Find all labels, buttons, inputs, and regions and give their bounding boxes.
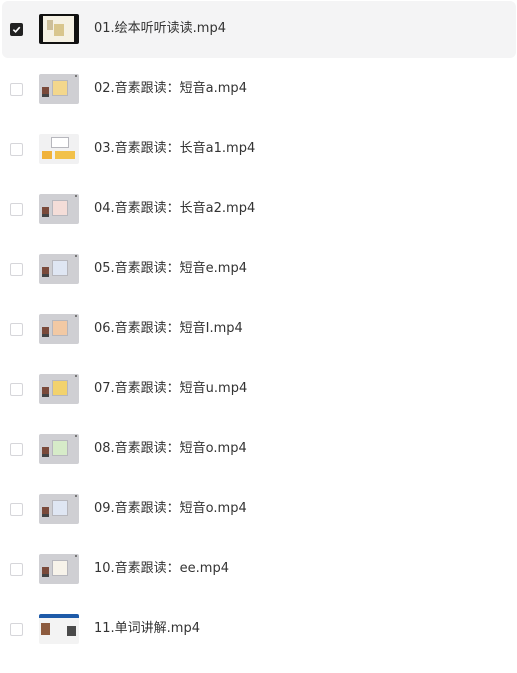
- file-name: 05.音素跟读：短音e.mp4: [94, 261, 247, 276]
- file-row[interactable]: 09.音素跟读：短音o.mp4: [2, 481, 516, 538]
- file-name: 07.音素跟读：短音u.mp4: [94, 381, 248, 396]
- video-thumbnail-icon: [39, 554, 79, 584]
- file-row[interactable]: 11.单词讲解.mp4: [2, 601, 516, 658]
- file-checkbox[interactable]: [10, 203, 23, 216]
- file-row[interactable]: 10.音素跟读：ee.mp4: [2, 541, 516, 598]
- file-row[interactable]: 07.音素跟读：短音u.mp4: [2, 361, 516, 418]
- video-thumbnail-icon: [39, 194, 79, 224]
- video-thumbnail-icon: [39, 374, 79, 404]
- video-thumbnail-icon: [39, 134, 79, 164]
- file-row[interactable]: 01.绘本听听读读.mp4: [2, 1, 516, 58]
- file-row[interactable]: 03.音素跟读：长音a1.mp4: [2, 121, 516, 178]
- file-name: 08.音素跟读：短音o.mp4: [94, 441, 247, 456]
- file-row[interactable]: 05.音素跟读：短音e.mp4: [2, 241, 516, 298]
- video-thumbnail-icon: [39, 434, 79, 464]
- video-thumbnail-icon: [39, 614, 79, 644]
- file-checkbox[interactable]: [10, 323, 23, 336]
- file-checkbox[interactable]: [10, 23, 23, 36]
- checkmark-icon: [12, 26, 21, 34]
- file-checkbox[interactable]: [10, 443, 23, 456]
- file-checkbox[interactable]: [10, 383, 23, 396]
- file-name: 04.音素跟读：长音a2.mp4: [94, 201, 256, 216]
- file-name: 06.音素跟读：短音I.mp4: [94, 321, 243, 336]
- file-list: 01.绘本听听读读.mp4 02.音素跟读：短音a.mp4 03.音素跟读：长音…: [0, 0, 517, 673]
- file-checkbox[interactable]: [10, 263, 23, 276]
- file-checkbox[interactable]: [10, 83, 23, 96]
- video-thumbnail-icon: [39, 494, 79, 524]
- file-row[interactable]: 06.音素跟读：短音I.mp4: [2, 301, 516, 358]
- file-checkbox[interactable]: [10, 623, 23, 636]
- file-name: 02.音素跟读：短音a.mp4: [94, 81, 247, 96]
- file-name: 11.单词讲解.mp4: [94, 621, 200, 636]
- file-name: 10.音素跟读：ee.mp4: [94, 561, 229, 576]
- file-name: 01.绘本听听读读.mp4: [94, 21, 226, 36]
- file-checkbox[interactable]: [10, 563, 23, 576]
- file-checkbox[interactable]: [10, 143, 23, 156]
- video-thumbnail-icon: [39, 14, 79, 44]
- file-row[interactable]: 02.音素跟读：短音a.mp4: [2, 61, 516, 118]
- video-thumbnail-icon: [39, 74, 79, 104]
- file-checkbox[interactable]: [10, 503, 23, 516]
- file-row[interactable]: 08.音素跟读：短音o.mp4: [2, 421, 516, 478]
- video-thumbnail-icon: [39, 254, 79, 284]
- file-name: 03.音素跟读：长音a1.mp4: [94, 141, 256, 156]
- file-row[interactable]: 04.音素跟读：长音a2.mp4: [2, 181, 516, 238]
- video-thumbnail-icon: [39, 314, 79, 344]
- file-name: 09.音素跟读：短音o.mp4: [94, 501, 247, 516]
